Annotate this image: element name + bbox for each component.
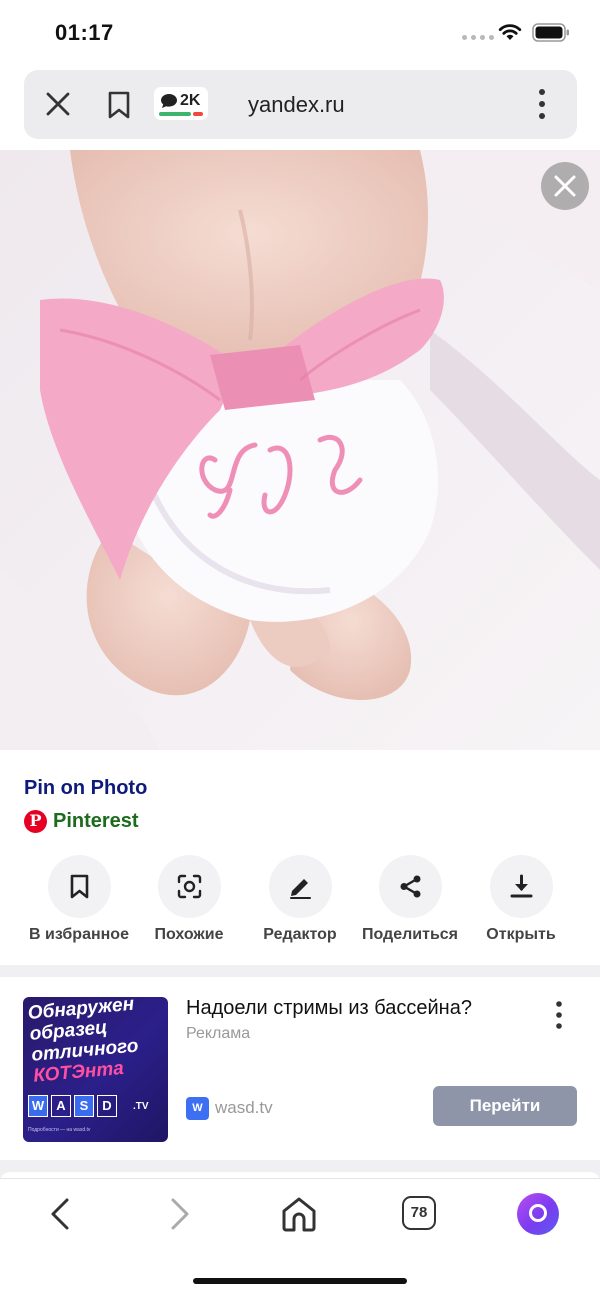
ad-card[interactable]: Обнаружен образец отличного КОТЭнта W A … (0, 977, 600, 1167)
url-domain[interactable]: yandex.ru (248, 92, 345, 118)
ad-label: Реклама (186, 1025, 251, 1042)
action-open[interactable]: Открыть (461, 855, 581, 944)
share-icon (400, 875, 420, 898)
url-bar: 2K yandex.ru (24, 70, 577, 139)
section-divider (0, 965, 600, 977)
action-editor-label: Редактор (263, 926, 337, 943)
bookmark-icon (70, 874, 88, 899)
status-time: 01:17 (55, 20, 114, 45)
ad-domain-text: wasd.tv (215, 1098, 273, 1117)
more-vertical-icon[interactable] (555, 1001, 563, 1029)
ad-image-text: Обнаружен образец отличного КОТЭнта (27, 997, 140, 1087)
lens-search-icon (177, 874, 201, 899)
close-icon[interactable] (44, 90, 72, 118)
ad-image[interactable]: Обнаружен образец отличного КОТЭнта W A … (23, 997, 168, 1142)
action-open-button[interactable] (489, 855, 553, 918)
source-name: Pinterest (53, 809, 139, 832)
section-divider (0, 1160, 600, 1182)
wasd-icon: W (186, 1096, 209, 1120)
action-favorite-button[interactable] (47, 855, 111, 918)
action-editor-button[interactable] (268, 855, 332, 918)
rating-negative-bar (193, 112, 203, 116)
action-share[interactable]: Поделиться (350, 855, 470, 944)
action-editor[interactable]: Редактор (240, 855, 360, 944)
wasd-tv-suffix: .TV (133, 1101, 149, 1112)
back-icon[interactable] (47, 1197, 73, 1231)
download-icon (510, 874, 532, 898)
wasd-logo: W A S D (28, 1095, 117, 1117)
action-similar-label: Похожие (154, 926, 224, 943)
status-bar: 01:17 (0, 0, 600, 66)
home-indicator (193, 1278, 407, 1284)
result-source[interactable]: P Pinterest (24, 808, 139, 834)
ad-headline[interactable]: Надоели стримы из бассейна? (186, 997, 472, 1020)
wifi-icon (498, 24, 522, 40)
ad-cta-button[interactable]: Перейти (433, 1086, 577, 1126)
alice-assistant-icon[interactable] (517, 1193, 559, 1235)
ad-fine-print: Подробности — на wasd.tv (28, 1127, 91, 1133)
ad-domain: W wasd.tv (186, 1096, 273, 1120)
pencil-icon (289, 879, 311, 899)
more-vertical-icon[interactable] (538, 88, 546, 120)
result-photo[interactable] (0, 150, 600, 750)
comment-icon (161, 94, 177, 108)
photo-close-button[interactable] (541, 162, 589, 210)
battery-icon (532, 23, 569, 42)
bookmark-icon[interactable] (106, 90, 132, 120)
forward-icon[interactable] (167, 1197, 193, 1231)
pinterest-icon: P (24, 809, 47, 833)
action-similar[interactable]: Похожие (129, 855, 249, 944)
tabs-button[interactable]: 78 (402, 1196, 436, 1230)
action-favorite[interactable]: В избранное (19, 855, 139, 944)
action-similar-button[interactable] (157, 855, 221, 918)
rating-positive-bar (159, 112, 191, 116)
photo-illustration (0, 150, 600, 750)
close-icon (554, 175, 576, 197)
action-open-label: Открыть (486, 926, 556, 943)
result-title[interactable]: Pin on Photo (24, 777, 147, 800)
home-icon[interactable] (280, 1195, 318, 1233)
cellular-signal-icon (462, 35, 494, 40)
comments-count: 2K (180, 92, 201, 109)
action-share-label: Поделиться (361, 926, 459, 943)
comments-badge[interactable]: 2K (154, 87, 208, 120)
action-bar: В избранное Похожие Редактор Поделиться (0, 855, 600, 950)
action-favorite-label: В избранное (29, 926, 129, 943)
action-share-button[interactable] (378, 855, 442, 918)
